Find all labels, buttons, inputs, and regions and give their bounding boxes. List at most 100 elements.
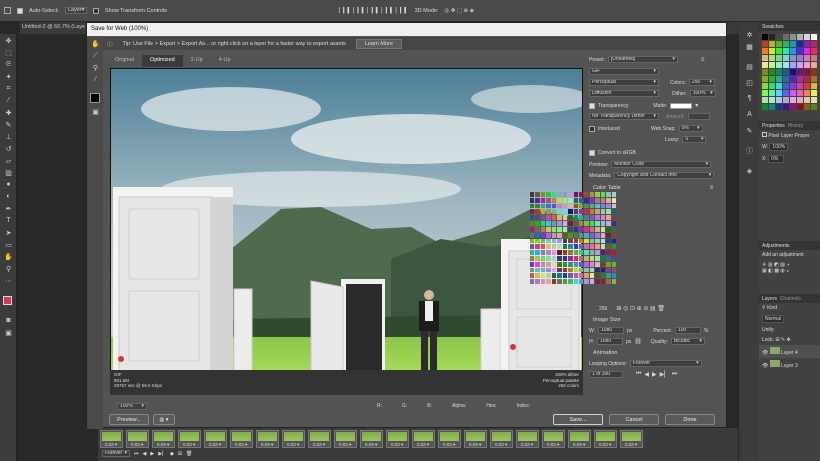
- swatch-chip[interactable]: [804, 76, 810, 82]
- color-table-chip[interactable]: [589, 255, 595, 261]
- color-table-menu-icon[interactable]: ≡: [710, 185, 714, 191]
- color-table-chip[interactable]: [568, 244, 573, 250]
- timeline-frame[interactable]: 0.03 ▾: [100, 430, 123, 448]
- timeline-frame[interactable]: 0.03 ▾: [438, 430, 461, 448]
- color-table-chip[interactable]: [551, 279, 557, 284]
- color-table-chip[interactable]: [589, 203, 595, 209]
- convert-srgb-checkbox[interactable]: [589, 150, 595, 156]
- swatch-chip[interactable]: [769, 76, 775, 82]
- color-table-chip[interactable]: [540, 209, 546, 215]
- color-table-chip[interactable]: [530, 226, 535, 232]
- color-table-chip[interactable]: [578, 279, 584, 284]
- shape-icon[interactable]: ▭: [3, 240, 14, 249]
- swatch-chip[interactable]: [790, 69, 796, 75]
- delete-frame-icon[interactable]: 🗑: [186, 451, 192, 457]
- color-table-chip[interactable]: [584, 261, 589, 267]
- adjust-icon[interactable]: ◰: [744, 78, 755, 87]
- swatch-chip[interactable]: [769, 41, 775, 47]
- info-icon[interactable]: ⓘ: [744, 146, 755, 155]
- swatch-chip[interactable]: [776, 76, 782, 82]
- layer-filter[interactable]: ⚲ Kind: [759, 303, 820, 313]
- timeline-frame[interactable]: 0.03 ▾: [178, 430, 201, 448]
- color-table-chip[interactable]: [600, 238, 606, 244]
- color-table-chip[interactable]: [611, 192, 616, 197]
- color-table-chip[interactable]: [584, 238, 589, 244]
- swatch-chip[interactable]: [811, 69, 817, 75]
- swatch-chip[interactable]: [797, 55, 803, 61]
- color-table-chip[interactable]: [595, 255, 600, 261]
- swatch-chip[interactable]: [783, 55, 789, 61]
- color-table-chip[interactable]: [540, 238, 546, 244]
- eyedropper-icon[interactable]: ⁄: [3, 96, 14, 105]
- color-table-chip[interactable]: [568, 261, 573, 267]
- color-table-chip[interactable]: [540, 221, 546, 226]
- color-table-chip[interactable]: [584, 255, 589, 261]
- swatches-grid[interactable]: [759, 31, 820, 113]
- color-table-chip[interactable]: [578, 244, 584, 250]
- next-frame-icon[interactable]: ▶▏: [660, 371, 669, 378]
- first-frame-icon[interactable]: ⏮: [636, 371, 641, 378]
- swatch-chip[interactable]: [790, 62, 796, 68]
- timeline-frame[interactable]: 0.03 ▾: [542, 430, 565, 448]
- frame-delay[interactable]: 0.03 ▾: [391, 442, 403, 448]
- color-table-chip[interactable]: [530, 238, 535, 244]
- color-table-chip[interactable]: [578, 238, 584, 244]
- color-table-chip[interactable]: [535, 255, 540, 261]
- pen-icon[interactable]: ✒: [3, 204, 14, 213]
- swatch-chip[interactable]: [797, 69, 803, 75]
- color-table-chip[interactable]: [606, 267, 611, 273]
- color-table-chip[interactable]: [540, 267, 546, 273]
- frame-delay[interactable]: 0.03 ▾: [131, 442, 143, 448]
- color-table-chip[interactable]: [530, 261, 535, 267]
- color-table-chip[interactable]: [600, 192, 606, 197]
- swatch-chip[interactable]: [783, 104, 789, 110]
- color-table-grid[interactable]: [530, 192, 616, 284]
- zoom-icon[interactable]: ⚲: [3, 264, 14, 273]
- swatch-chip[interactable]: [762, 90, 768, 96]
- timeline-frame[interactable]: 0.03 ▾: [126, 430, 149, 448]
- frame-delay[interactable]: 0.03 ▾: [157, 442, 169, 448]
- color-table-chip[interactable]: [606, 261, 611, 267]
- frame-delay[interactable]: 0.03 ▾: [235, 442, 247, 448]
- color-table-chip[interactable]: [589, 261, 595, 267]
- color-table-chip[interactable]: [540, 232, 546, 238]
- swatch-chip[interactable]: [797, 41, 803, 47]
- swatch-chip[interactable]: [769, 62, 775, 68]
- color-table-chip[interactable]: [546, 238, 551, 244]
- swatch-chip[interactable]: [811, 83, 817, 89]
- color-table-chip[interactable]: [578, 261, 584, 267]
- color-table-chip[interactable]: [600, 255, 606, 261]
- marquee-icon[interactable]: ⬚: [3, 48, 14, 57]
- color-table-chip[interactable]: [546, 244, 551, 250]
- crop-icon[interactable]: ⌗: [3, 84, 14, 93]
- swatch-chip[interactable]: [783, 62, 789, 68]
- color-table-chip[interactable]: [535, 192, 540, 197]
- timeline-frame[interactable]: 0.03 ▾: [594, 430, 617, 448]
- swatch-chip[interactable]: [811, 76, 817, 82]
- color-panel-icon[interactable]: ✲: [744, 30, 755, 39]
- color-table-chip[interactable]: [546, 250, 551, 255]
- swatch-chip[interactable]: [776, 34, 782, 40]
- color-table-chip[interactable]: [595, 238, 600, 244]
- color-table-chip[interactable]: [568, 192, 573, 197]
- color-table-chip[interactable]: [546, 232, 551, 238]
- swatch-chip[interactable]: [790, 83, 796, 89]
- swatch-chip[interactable]: [769, 48, 775, 54]
- color-table-chip[interactable]: [557, 192, 562, 197]
- color-table-chip[interactable]: [557, 261, 562, 267]
- color-table-chip[interactable]: [578, 221, 584, 226]
- swatch-chip[interactable]: [804, 62, 810, 68]
- color-table-chip[interactable]: [600, 226, 606, 232]
- matte-swatch[interactable]: [670, 102, 693, 109]
- color-table-chip[interactable]: [568, 267, 573, 273]
- quality-select[interactable]: Bicubic ▾: [670, 338, 705, 345]
- color-table-chip[interactable]: [606, 203, 611, 209]
- color-table-chip[interactable]: [584, 273, 589, 279]
- layer-row-3[interactable]: 👁 Layer 3: [759, 358, 820, 371]
- swatch-chip[interactable]: [762, 55, 768, 61]
- swatch-chip[interactable]: [804, 104, 810, 110]
- color-table-chip[interactable]: [546, 221, 551, 226]
- browser-select[interactable]: ◍ ▾: [153, 414, 175, 425]
- color-table-chip[interactable]: [584, 250, 589, 255]
- color-table-chip[interactable]: [568, 226, 573, 232]
